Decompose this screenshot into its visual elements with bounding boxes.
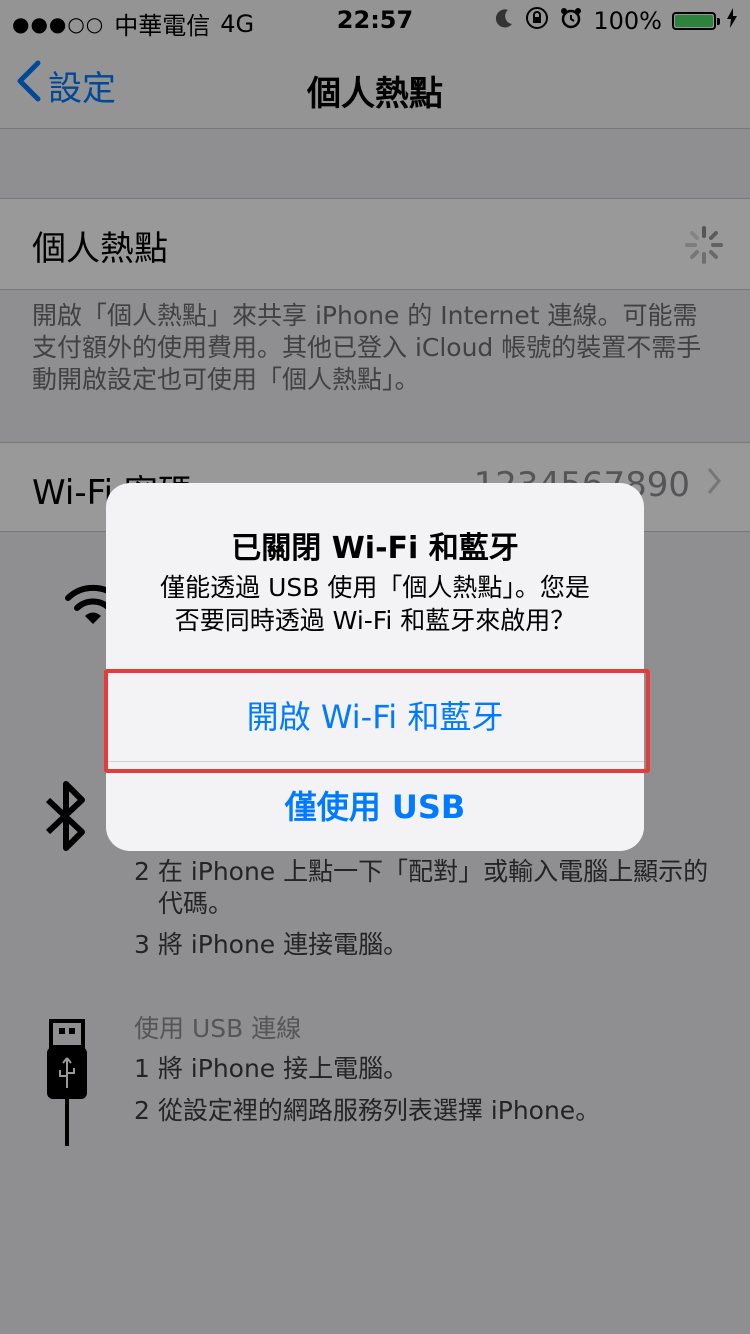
alert-message-line-1: 僅能透過 USB 使用「個人熱點」。您是 [160, 573, 590, 602]
alert-message: 僅能透過 USB 使用「個人熱點」。您是 否要同時透過 Wi-Fi 和藍牙來啟用… [146, 571, 604, 637]
alert-dialog: 已關閉 Wi-Fi 和藍牙 僅能透過 USB 使用「個人熱點」。您是 否要同時透… [106, 483, 644, 851]
usb-only-button[interactable]: 僅使用 USB [106, 761, 644, 851]
highlight-box [104, 669, 650, 773]
alert-title: 已關閉 Wi-Fi 和藍牙 [231, 531, 519, 566]
alert-message-line-2: 否要同時透過 Wi-Fi 和藍牙來啟用？ [174, 606, 576, 635]
